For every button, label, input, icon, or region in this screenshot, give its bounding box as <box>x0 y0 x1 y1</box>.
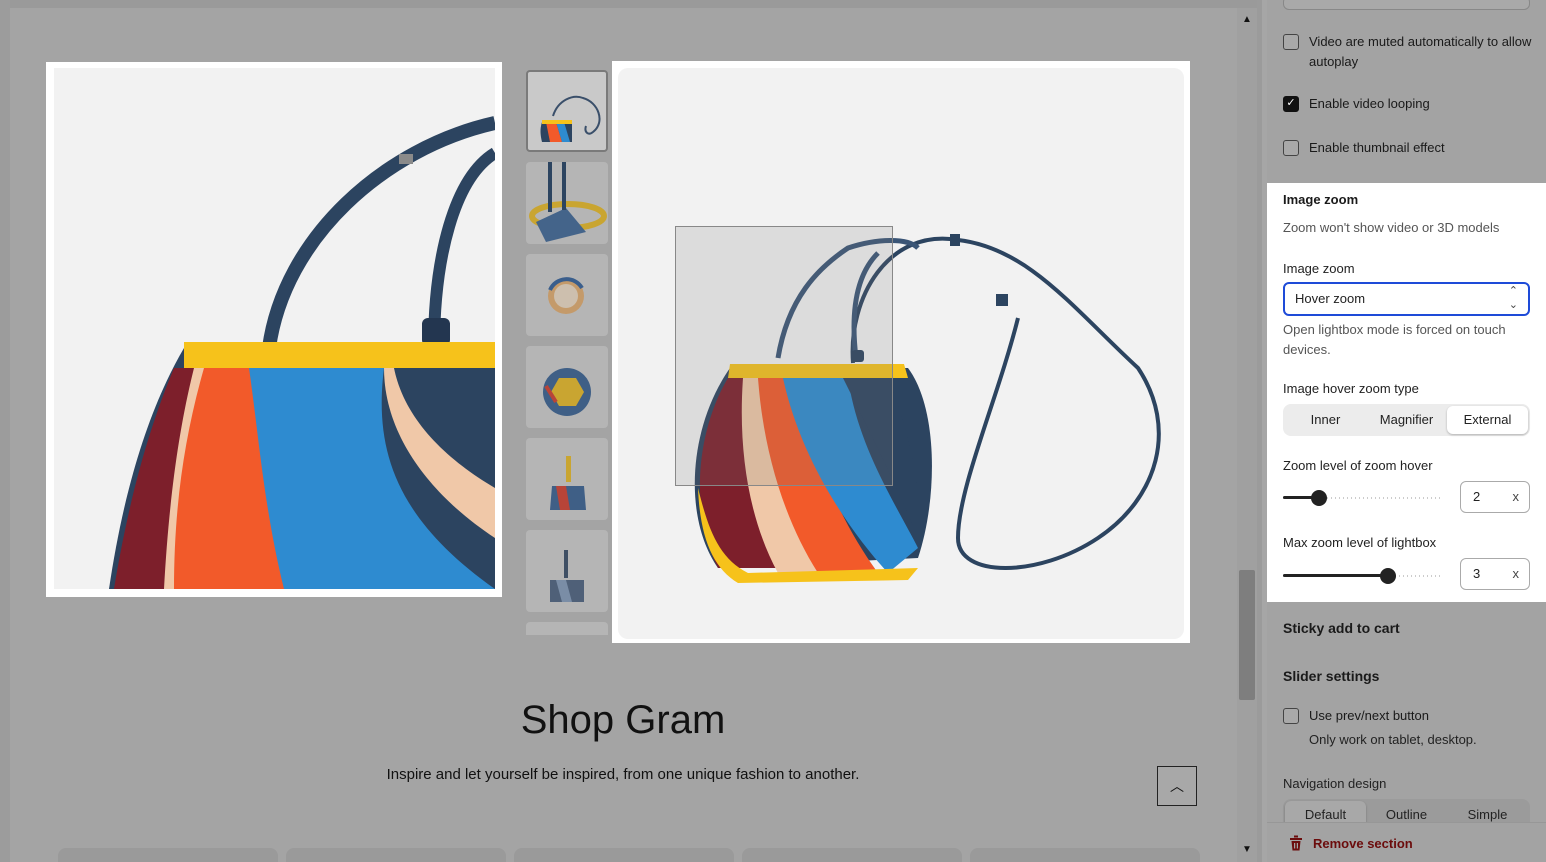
zoom-level-input[interactable]: 2 x <box>1460 481 1530 513</box>
product-image-frame <box>618 68 1184 639</box>
thumbnail-4[interactable] <box>526 346 608 428</box>
thumbnail-5[interactable] <box>526 438 608 520</box>
chevron-up-down-icon: ⌃ ⌄ <box>1508 285 1518 311</box>
image-zoom-select-value: Hover zoom <box>1295 291 1366 306</box>
image-zoom-note: Zoom won't show video or 3D models <box>1283 220 1500 235</box>
store-preview: Shop Gram Inspire and let yourself be in… <box>0 0 1262 862</box>
image-zoom-heading: Image zoom <box>1283 192 1359 207</box>
thumbnail-1[interactable] <box>526 70 608 152</box>
preview-scrollbar[interactable]: ▲ ▼ <box>1237 8 1257 862</box>
zoom-level-unit: x <box>1512 489 1520 504</box>
thumb-bag-icon <box>548 277 584 314</box>
video-muted-option[interactable]: Video are muted automatically to allow a… <box>1283 32 1533 72</box>
thumbnail-2[interactable] <box>526 162 608 244</box>
slider-settings-heading: Slider settings <box>1283 668 1380 684</box>
settings-panel: Video are muted automatically to allow a… <box>1267 0 1546 862</box>
zoom-level-value: 2 <box>1473 489 1481 504</box>
thumb-bag-icon <box>550 456 586 510</box>
prev-next-checkbox[interactable] <box>1283 708 1299 724</box>
gram-card[interactable] <box>58 848 278 862</box>
thumbnail-7[interactable] <box>526 622 608 635</box>
gram-card[interactable] <box>286 848 506 862</box>
prev-next-option[interactable]: Use prev/next button <box>1283 706 1429 726</box>
scroll-thumb[interactable] <box>1239 570 1255 700</box>
trash-icon <box>1290 835 1302 851</box>
section-title: Shop Gram <box>520 698 726 742</box>
gram-card[interactable] <box>742 848 962 862</box>
thumbnail-effect-checkbox[interactable] <box>1283 140 1299 156</box>
prev-next-note: Only work on tablet, desktop. <box>1309 732 1477 747</box>
thumb-bag-icon <box>550 550 584 602</box>
max-zoom-input[interactable]: 3 x <box>1460 558 1530 590</box>
chevron-up-icon: ︿ <box>1170 778 1184 794</box>
thumb-bag-icon <box>529 162 607 242</box>
video-loop-label: Enable video looping <box>1309 96 1430 111</box>
remove-section-button[interactable]: Remove section <box>1289 835 1413 851</box>
gram-card[interactable] <box>970 848 1200 862</box>
video-loop-option[interactable]: ✓ Enable video looping <box>1283 94 1430 114</box>
video-loop-checkbox[interactable]: ✓ <box>1283 96 1299 112</box>
lightbox-helper-text: Open lightbox mode is forced on touch de… <box>1283 322 1506 357</box>
image-zoom-select[interactable]: Hover zoom ⌃ ⌄ <box>1283 282 1530 316</box>
max-zoom-unit: x <box>1512 566 1520 581</box>
slider-handle[interactable] <box>1380 568 1396 584</box>
main-product-image[interactable] <box>612 61 1190 643</box>
scroll-up-arrow-icon[interactable]: ▲ <box>1241 14 1253 26</box>
thumbnail-3[interactable] <box>526 254 608 336</box>
video-muted-checkbox[interactable] <box>1283 34 1299 50</box>
navigation-design-label: Navigation design <box>1283 776 1387 791</box>
image-zoom-section: Image zoom Zoom won't show video or 3D m… <box>1267 183 1546 602</box>
external-zoom-pane <box>46 62 502 597</box>
image-zoom-select-label: Image zoom <box>1283 261 1355 276</box>
remove-section-bar: Remove section <box>1267 822 1546 862</box>
hover-type-external[interactable]: External <box>1447 406 1528 434</box>
hover-zoom-type-segmented: Inner Magnifier External <box>1283 404 1530 436</box>
prev-next-label: Use prev/next button <box>1309 708 1429 723</box>
gram-card[interactable] <box>514 848 734 862</box>
thumb-bag-icon <box>543 368 591 416</box>
hover-type-magnifier[interactable]: Magnifier <box>1366 406 1447 434</box>
sticky-cart-heading[interactable]: Sticky add to cart <box>1283 620 1400 636</box>
preview-frame-left <box>0 0 10 862</box>
remove-section-label: Remove section <box>1313 835 1413 851</box>
scroll-down-arrow-icon[interactable]: ▼ <box>1241 844 1253 856</box>
zoom-level-label: Zoom level of zoom hover <box>1283 458 1433 473</box>
zoom-level-slider[interactable] <box>1283 490 1443 506</box>
zoom-lens <box>675 226 893 486</box>
max-zoom-value: 3 <box>1473 566 1481 581</box>
back-to-top-button[interactable]: ︿ <box>1157 766 1197 806</box>
section-subtitle: Inspire and let yourself be inspired, fr… <box>386 766 860 783</box>
max-zoom-label: Max zoom level of lightbox <box>1283 535 1437 550</box>
hover-zoom-type-label: Image hover zoom type <box>1283 381 1419 396</box>
slider-fill <box>1283 574 1387 577</box>
thumbnail-6[interactable] <box>526 530 608 612</box>
thumbnail-effect-label: Enable thumbnail effect <box>1309 140 1445 155</box>
thumbnail-effect-option[interactable]: Enable thumbnail effect <box>1283 138 1445 158</box>
video-muted-label: Video are muted automatically to allow a… <box>1309 34 1532 69</box>
zoomed-product-image <box>54 68 495 589</box>
hover-type-inner[interactable]: Inner <box>1285 406 1366 434</box>
zoomed-bag-illustration <box>109 116 495 589</box>
thumbnail-strip <box>525 69 609 635</box>
preview-frame-top <box>0 0 1262 8</box>
previous-setting-control[interactable] <box>1283 0 1530 10</box>
preview-frame-right <box>1257 0 1262 862</box>
thumb-bag-icon <box>540 95 601 142</box>
max-zoom-slider[interactable] <box>1283 568 1443 584</box>
slider-handle[interactable] <box>1311 490 1327 506</box>
